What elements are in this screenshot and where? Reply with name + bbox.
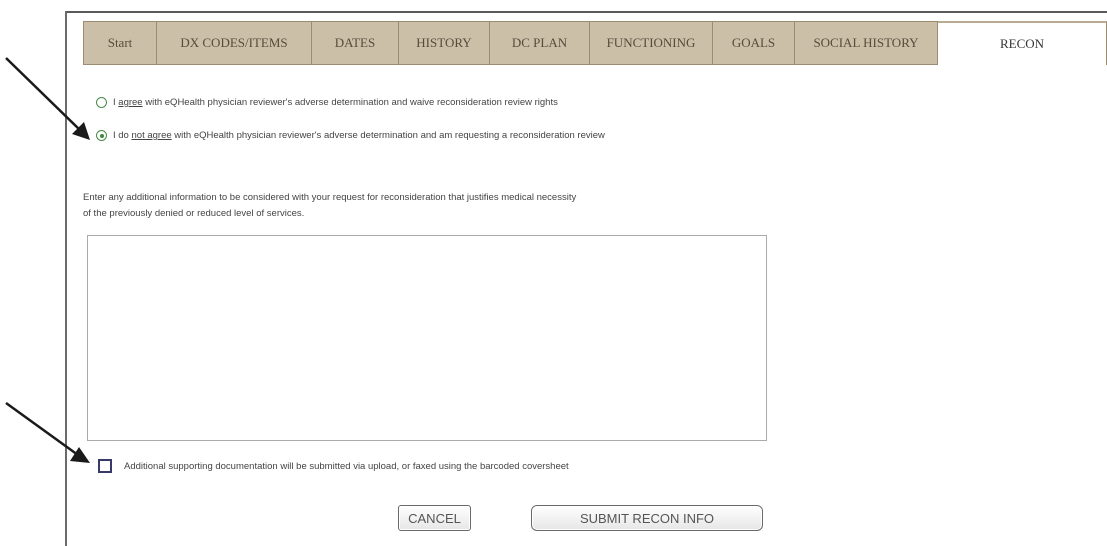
agree-radio[interactable] xyxy=(96,97,107,108)
agree-option[interactable]: I agree with eQHealth physician reviewer… xyxy=(96,97,558,108)
prompt-line: of the previously denied or reduced leve… xyxy=(83,208,305,219)
arrow-pointer-icon xyxy=(5,57,90,140)
window-frame-top xyxy=(65,11,1107,13)
supporting-docs-checkbox[interactable] xyxy=(98,459,112,473)
cancel-button[interactable]: CANCEL xyxy=(398,505,471,531)
tab-recon[interactable]: RECON xyxy=(938,21,1107,65)
tab-dates[interactable]: DATES xyxy=(312,21,399,65)
tab-history[interactable]: HISTORY xyxy=(399,21,490,65)
disagree-option[interactable]: I do not agree with eQHealth physician r… xyxy=(96,130,605,141)
tab-functioning[interactable]: FUNCTIONING xyxy=(590,21,713,65)
supporting-docs-option[interactable]: Additional supporting documentation will… xyxy=(98,459,569,473)
supporting-docs-label: Additional supporting documentation will… xyxy=(124,460,569,472)
reconsideration-prompt: Enter any additional information to be c… xyxy=(83,190,783,222)
tab-dc-plan[interactable]: DC PLAN xyxy=(490,21,590,65)
disagree-radio[interactable] xyxy=(96,130,107,141)
tab-goals[interactable]: GOALS xyxy=(713,21,795,65)
agree-label: I agree with eQHealth physician reviewer… xyxy=(113,97,558,108)
arrow-pointer-icon xyxy=(5,401,90,463)
reconsideration-textarea[interactable] xyxy=(87,235,767,441)
disagree-label: I do not agree with eQHealth physician r… xyxy=(113,130,605,141)
tab-social-history[interactable]: SOCIAL HISTORY xyxy=(795,21,938,65)
submit-recon-button[interactable]: SUBMIT RECON INFO xyxy=(531,505,763,531)
tab-bar: Start DX CODES/ITEMS DATES HISTORY DC PL… xyxy=(83,21,1107,65)
tab-dx-codes-items[interactable]: DX CODES/ITEMS xyxy=(157,21,312,65)
prompt-line: Enter any additional information to be c… xyxy=(83,192,577,203)
